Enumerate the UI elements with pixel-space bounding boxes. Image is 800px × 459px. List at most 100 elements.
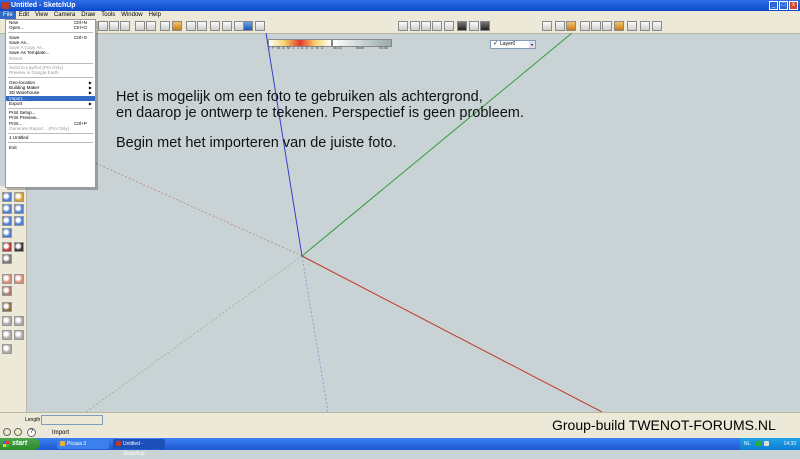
dynamic-component-icon[interactable]	[614, 21, 624, 31]
language-indicator[interactable]: NL	[744, 438, 750, 450]
new-file-icon[interactable]	[98, 21, 108, 31]
minimize-button[interactable]: _	[769, 1, 778, 10]
zoom-window-icon[interactable]	[14, 204, 24, 214]
xray-icon[interactable]	[457, 21, 467, 31]
menu-item-label: Preview in Google Earth	[9, 70, 59, 76]
menu-item-label: Save	[9, 34, 20, 40]
file-menu-item-1-untitled[interactable]: 1 Untitled	[6, 135, 95, 140]
green-axis-negative	[85, 255, 303, 412]
orbit-icon[interactable]	[2, 192, 12, 202]
taskbar-item-label: Picasa 3	[67, 441, 87, 447]
left-view-icon[interactable]	[2, 344, 12, 354]
zoom-icon[interactable]	[2, 204, 12, 214]
menu-bar: File Edit View Camera Draw Tools Window Help	[0, 11, 800, 19]
menu-item-label: Open...	[9, 25, 25, 31]
menu-item-label: Send to LayOut (Pro Only)	[9, 65, 64, 71]
zoom-extents-icon[interactable]	[2, 228, 12, 238]
layers-icon[interactable]	[2, 302, 12, 312]
tray-network-icon[interactable]	[756, 441, 761, 446]
shaded-icon[interactable]	[480, 21, 490, 31]
warehouse-icon[interactable]	[542, 21, 552, 31]
menu-item-label: 1 Untitled	[9, 135, 29, 141]
menu-draw[interactable]: Draw	[78, 11, 98, 19]
menu-separator	[8, 107, 93, 109]
menu-item-label: New	[9, 20, 19, 25]
section-cut-icon[interactable]	[2, 286, 12, 296]
top-view-icon[interactable]	[410, 21, 420, 31]
save-icon[interactable]	[120, 21, 130, 31]
maximize-button[interactable]: □	[779, 1, 788, 10]
back-view-icon[interactable]	[14, 330, 24, 340]
paint-icon[interactable]	[172, 21, 182, 31]
close-button[interactable]: x	[789, 1, 798, 10]
front-view-icon[interactable]	[421, 21, 431, 31]
component-icon[interactable]	[197, 21, 207, 31]
clock: 14:33	[783, 441, 796, 447]
model-info-icon[interactable]	[652, 21, 662, 31]
flag-icon[interactable]	[591, 21, 601, 31]
help-icon[interactable]: ?	[27, 428, 36, 437]
instruction-line-3: Begin met het importeren van de juiste f…	[116, 135, 397, 151]
right-view-icon[interactable]	[432, 21, 442, 31]
solid-tools-icon[interactable]	[566, 21, 576, 31]
menu-tools[interactable]: Tools	[98, 11, 118, 19]
top-view-icon[interactable]	[2, 316, 12, 326]
menu-item-shortcut: Ctrl+O	[73, 25, 87, 31]
front-view-icon[interactable]	[14, 316, 24, 326]
rotate-icon[interactable]	[222, 21, 232, 31]
scale-icon[interactable]	[210, 21, 220, 31]
menu-file[interactable]: File	[0, 11, 16, 19]
menu-item-label: Export	[9, 100, 23, 106]
shadow-toggle-icon[interactable]	[255, 21, 265, 31]
picasa-icon	[60, 441, 65, 446]
erase-icon[interactable]	[160, 21, 170, 31]
file-menu-item-revert: Revert	[6, 56, 95, 61]
open-file-icon[interactable]	[109, 21, 119, 31]
position-camera-icon[interactable]	[2, 242, 12, 252]
next-view-icon[interactable]	[14, 216, 24, 226]
home-icon[interactable]	[186, 21, 196, 31]
walk-icon[interactable]	[14, 242, 24, 252]
pan-icon[interactable]	[14, 192, 24, 202]
iso-view-icon[interactable]	[398, 21, 408, 31]
section-plane-icon[interactable]	[2, 274, 12, 284]
sandbox-icon[interactable]	[555, 21, 565, 31]
credits-icon[interactable]	[14, 428, 22, 436]
look-around-icon[interactable]	[2, 254, 12, 264]
menu-edit[interactable]: Edit	[16, 11, 32, 19]
file-menu-item-export[interactable]: Export ▶	[6, 101, 95, 106]
copy-icon[interactable]	[146, 21, 156, 31]
status-text: Import	[52, 430, 70, 436]
menu-view[interactable]: View	[32, 11, 51, 19]
right-view-icon[interactable]	[2, 330, 12, 340]
menu-window[interactable]: Window	[118, 11, 145, 19]
previous-view-icon[interactable]	[2, 216, 12, 226]
taskbar-item-sketchup[interactable]: Untitled - SketchUp	[113, 439, 165, 457]
photo-icon[interactable]	[640, 21, 650, 31]
menu-separator	[8, 132, 93, 134]
tray-volume-icon[interactable]	[764, 441, 769, 446]
red-axis-negative	[90, 160, 303, 257]
menu-item-label: Print...	[9, 120, 23, 126]
camera-icon[interactable]	[243, 21, 253, 31]
ruler-icon[interactable]	[627, 21, 637, 31]
geo-location-icon[interactable]	[3, 428, 11, 436]
wireframe-icon[interactable]	[469, 21, 479, 31]
file-menu-item-exit[interactable]: Exit	[6, 145, 95, 150]
cut-icon[interactable]	[135, 21, 145, 31]
menu-camera[interactable]: Camera	[51, 11, 78, 19]
back-view-icon[interactable]	[444, 21, 454, 31]
taskbar-item-picasa[interactable]: Picasa 3	[57, 439, 109, 449]
file-menu-item-open[interactable]: Open... Ctrl+O	[6, 25, 95, 30]
menu-item-label: Revert	[9, 55, 23, 61]
section-display-icon[interactable]	[14, 274, 24, 284]
left-toolbar	[0, 186, 27, 412]
length-input[interactable]	[41, 415, 103, 425]
person-icon[interactable]	[580, 21, 590, 31]
start-button[interactable]: start	[0, 438, 40, 450]
ruby-icon[interactable]	[602, 21, 612, 31]
file-menu-item-preview-in-google-earth: Preview in Google Earth	[6, 70, 95, 75]
window-title: Untitled - SketchUp	[11, 2, 76, 9]
menu-help[interactable]: Help	[146, 11, 164, 19]
menu-separator	[8, 142, 93, 144]
